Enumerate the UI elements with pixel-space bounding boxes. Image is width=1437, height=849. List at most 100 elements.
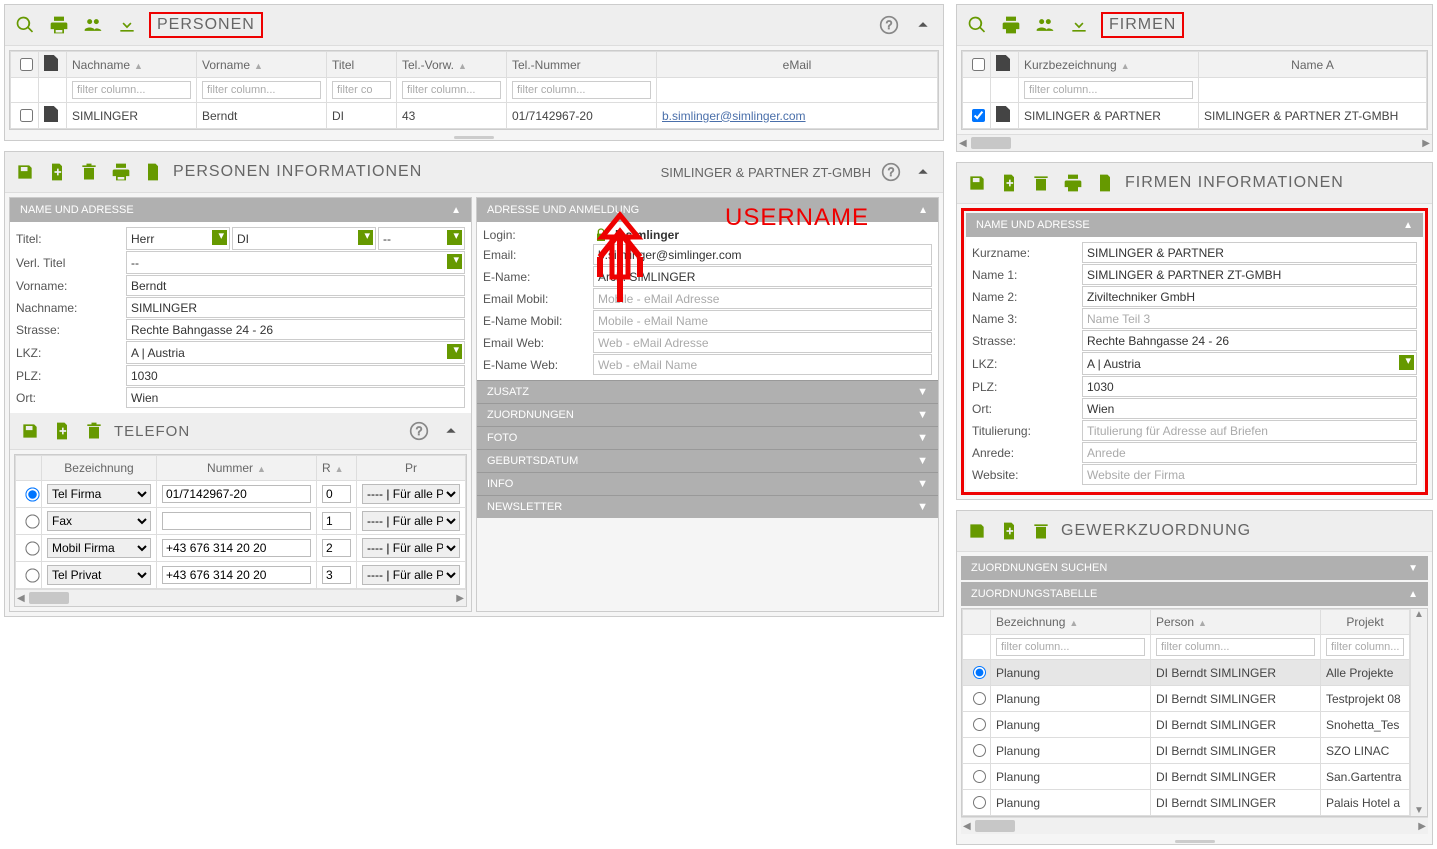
email-input[interactable] [593,244,932,265]
new-icon[interactable] [50,419,74,443]
print-icon[interactable] [1061,171,1085,195]
help-icon[interactable]: ? [407,419,431,443]
gewerk-search[interactable]: ZUORDNUNGEN SUCHEN▼ [961,556,1428,580]
col-vorname[interactable]: Vorname▲ [197,52,327,78]
doc-icon[interactable] [141,160,165,184]
save-icon[interactable] [965,171,989,195]
tel-pro-select[interactable]: ---- | Für alle Pro [362,484,460,504]
z-col-person[interactable]: Person▲ [1151,610,1321,635]
col-titel[interactable]: Titel [327,52,397,78]
tel-num-input[interactable] [162,485,311,503]
save-icon[interactable] [965,519,989,543]
filter-kurz[interactable] [1024,81,1193,99]
emailmobil-input[interactable] [593,288,932,309]
tel-bez-select[interactable]: Fax [47,511,151,531]
f-titul[interactable] [1082,420,1417,441]
tel-num-input[interactable] [162,566,311,584]
z-filter-person[interactable] [1156,638,1315,656]
tel-col-bez[interactable]: Bezeichnung [42,456,157,481]
filter-titel[interactable] [332,81,391,99]
print-icon[interactable] [109,160,133,184]
row-checkbox[interactable] [972,109,985,122]
zuord-radio[interactable] [973,796,986,809]
delete-icon[interactable] [1029,519,1053,543]
accordion-foto[interactable]: FOTO▼ [477,426,938,449]
tel-row[interactable]: Tel Firma ---- | Für alle Pro [16,481,466,508]
enamemobil-input[interactable] [593,310,932,331]
z-col-bez[interactable]: Bezeichnung▲ [991,610,1151,635]
zuord-radio[interactable] [973,718,986,731]
zuord-row[interactable]: PlanungDI Berndt SIMLINGERSZO LINAC [963,738,1410,764]
ort-input[interactable] [126,387,465,408]
search-icon[interactable] [965,13,989,37]
z-filter-projekt[interactable] [1326,638,1404,656]
firma-row[interactable]: SIMLINGER & PARTNER SIMLINGER & PARTNER … [963,103,1427,129]
f-name3[interactable] [1082,308,1417,329]
z-filter-bez[interactable] [996,638,1145,656]
accordion-geburtsdatum[interactable]: GEBURTSDATUM▼ [477,449,938,472]
tel-r-input[interactable] [322,539,351,557]
print-icon[interactable] [999,13,1023,37]
tel-num-input[interactable] [162,512,311,530]
filter-vorname[interactable] [202,81,321,99]
sec-name-addr[interactable]: NAME UND ADRESSE▲ [10,198,471,222]
tel-radio[interactable] [25,568,39,582]
tel-r-input[interactable] [322,512,351,530]
tel-bez-select[interactable]: Mobil Firma [47,538,151,558]
new-icon[interactable] [997,519,1021,543]
zuord-row[interactable]: PlanungDI Berndt SIMLINGERPalais Hotel a [963,790,1410,816]
tel-pro-select[interactable]: ---- | Für alle Pro [362,565,460,585]
tel-r-input[interactable] [322,485,351,503]
f-kurz[interactable] [1082,242,1417,263]
resize-handle[interactable] [957,838,1432,844]
zuord-radio[interactable] [973,744,986,757]
person-row[interactable]: SIMLINGER Berndt DI 43 01/7142967-20 b.s… [11,103,938,129]
new-icon[interactable] [997,171,1021,195]
delete-icon[interactable] [82,419,106,443]
accordion-zusatz[interactable]: ZUSATZ▼ [477,380,938,403]
f-anrede[interactable] [1082,442,1417,463]
zuord-row[interactable]: PlanungDI Berndt SIMLINGERTestprojekt 08 [963,686,1410,712]
f-plz[interactable] [1082,376,1417,397]
col-kurz[interactable]: Kurzbezeichnung▲ [1019,52,1199,78]
ename-input[interactable] [593,266,932,287]
tel-col-num[interactable]: Nummer▲ [157,456,317,481]
tel-radio[interactable] [25,541,39,555]
tel-col-r[interactable]: R▲ [317,456,357,481]
lkz-select[interactable]: A | Austria [126,341,465,364]
gewerk-table[interactable]: ZUORDNUNGSTABELLE▲ [961,582,1428,606]
filter-vorwahl[interactable] [402,81,501,99]
delete-icon[interactable] [1029,171,1053,195]
download-icon[interactable] [115,13,139,37]
finfo-sec[interactable]: NAME UND ADRESSE▲ [966,213,1423,237]
f-ort[interactable] [1082,398,1417,419]
col-nachname[interactable]: Nachname▲ [67,52,197,78]
filter-nummer[interactable] [512,81,651,99]
new-icon[interactable] [45,160,69,184]
zuord-radio[interactable] [973,770,986,783]
save-icon[interactable] [13,160,37,184]
help-icon[interactable]: ? [879,160,903,184]
verltitel-select[interactable]: -- [126,251,465,274]
tel-num-input[interactable] [162,539,311,557]
tel-radio[interactable] [25,487,39,501]
select-all-checkbox[interactable] [20,58,33,71]
people-icon[interactable] [81,13,105,37]
col-email[interactable]: eMail [657,52,938,78]
zuord-row[interactable]: PlanungDI Berndt SIMLINGERAlle Projekte [963,660,1410,686]
tel-r-input[interactable] [322,566,351,584]
doc-icon[interactable] [1093,171,1117,195]
collapse-icon[interactable] [911,160,935,184]
f-lkz[interactable]: A | Austria [1082,352,1417,375]
emailweb-input[interactable] [593,332,932,353]
firmen-scrollbar[interactable]: ◀▶ [957,134,1432,151]
resize-handle[interactable] [5,134,943,140]
tel-pro-select[interactable]: ---- | Für alle Pro [362,511,460,531]
filter-nachname[interactable] [72,81,191,99]
zuord-hscroll[interactable]: ◀▶ [961,817,1428,834]
accordion-zuordnungen[interactable]: ZUORDNUNGEN▼ [477,403,938,426]
email-link[interactable]: b.simlinger@simlinger.com [662,109,806,123]
tel-row[interactable]: Mobil Firma---- | Für alle Pro [16,535,466,562]
search-icon[interactable] [13,13,37,37]
tel-bez-select[interactable]: Tel Firma [47,484,151,504]
